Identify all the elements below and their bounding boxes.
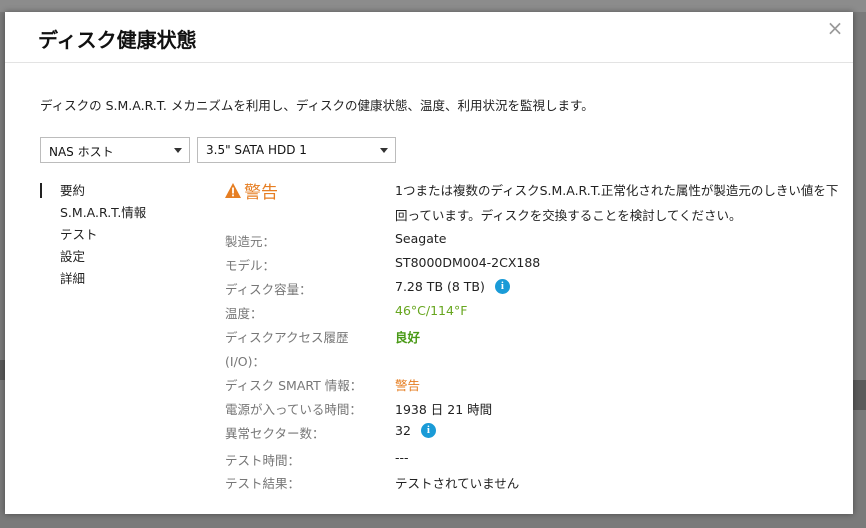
test-result-label: テスト結果： [225,476,301,491]
model-value: ST8000DM004-2CX188 [395,255,541,270]
test-time-label: テスト時間： [225,453,301,468]
model-label: モデル： [225,258,276,273]
manufacturer-label: 製造元： [225,234,276,249]
test-result-value: テストされていません [395,476,520,491]
status-heading: 警告 [225,178,278,203]
status-title: 警告 [244,183,278,203]
nav-item-details[interactable]: 詳細 [40,268,146,290]
test-time-value: --- [395,450,409,465]
disk-health-dialog: ディスク健康状態 × ディスクの S.M.A.R.T. メカニズムを利用し、ディ… [5,12,853,514]
close-icon[interactable]: × [825,18,845,38]
nav-item-test[interactable]: テスト [40,224,146,246]
smart-info-label: ディスク SMART 情報： [225,378,363,393]
disk-select-value: 3.5" SATA HDD 1 [206,143,307,157]
capacity-value-wrap: 7.28 TB (8 TB) i [395,279,510,294]
capacity-value: 7.28 TB (8 TB) [395,279,485,294]
smart-info-value: 警告 [395,378,421,393]
side-nav: 要約 S.M.A.R.T.情報 テスト 設定 詳細 [40,180,146,290]
warning-triangle-icon [225,183,241,198]
bad-sectors-label: 異常セクター数： [225,426,325,441]
temperature-value: 46°C/114°F [395,303,468,318]
status-message: 1つまたは複数のディスクS.M.A.R.T.正常化された属性が製造元のしきい値を… [395,183,839,223]
host-select-value: NAS ホスト [49,145,114,159]
access-history-value: 良好 [395,330,421,345]
temperature-label: 温度： [225,306,263,321]
chevron-down-icon [174,148,182,153]
dialog-header: ディスク健康状態 × [5,12,853,63]
info-icon[interactable]: i [494,279,510,294]
dialog-description: ディスクの S.M.A.R.T. メカニズムを利用し、ディスクの健康状態、温度、… [40,98,594,113]
nav-item-summary[interactable]: 要約 [40,180,146,202]
capacity-label: ディスク容量： [225,282,312,297]
background-app [0,0,866,12]
access-history-label-io: (I/O)： [225,354,265,369]
manufacturer-value: Seagate [395,231,447,246]
bad-sectors-value-wrap: 32 i [395,423,436,438]
host-select[interactable]: NAS ホスト [40,137,190,163]
nav-item-settings[interactable]: 設定 [40,246,146,268]
access-history-label: ディスクアクセス履歴 [225,330,349,345]
disk-select[interactable]: 3.5" SATA HDD 1 [197,137,396,163]
background-app-side [853,380,866,410]
info-icon[interactable]: i [420,423,436,438]
nav-item-smart-info[interactable]: S.M.A.R.T.情報 [40,202,146,224]
bad-sectors-value: 32 [395,423,411,438]
chevron-down-icon [380,148,388,153]
power-on-value: 1938 日 21 時間 [395,402,493,417]
dialog-title: ディスク健康状態 [38,28,197,52]
power-on-label: 電源が入っている時間： [225,402,362,417]
